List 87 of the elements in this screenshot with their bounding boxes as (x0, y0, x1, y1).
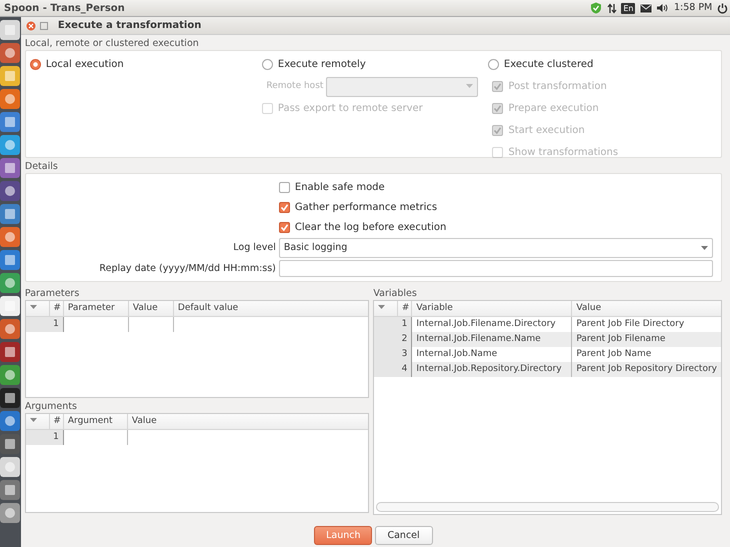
app-launcher-icon[interactable] (0, 503, 20, 523)
radio-button[interactable] (262, 59, 273, 70)
field-label: Replay date (yyyy/MM/dd HH:mm:ss) (98, 262, 276, 276)
keyboard-layout-indicator[interactable]: En (621, 2, 636, 14)
app-launcher-icon[interactable] (0, 434, 20, 454)
column-header[interactable]: Value (572, 300, 721, 316)
section-title: Variables (373, 286, 418, 300)
column-header[interactable]: Value (128, 414, 368, 429)
app-launcher-icon[interactable] (0, 135, 20, 155)
table-row[interactable]: 1 (26, 430, 368, 445)
radio-label[interactable]: Execute clustered (504, 57, 594, 72)
table-row[interactable]: 4 Internal.Job.Repository.Directory Parent Job Repository Directory (374, 362, 721, 377)
section-title: Local, remote or clustered execution (24, 37, 200, 50)
section-title: Details (24, 160, 59, 174)
column-header[interactable]: # (50, 300, 64, 316)
app-launcher-icon[interactable] (0, 43, 20, 63)
row-number: 1 (26, 316, 64, 332)
row-number: 1 (374, 316, 412, 332)
checkbox-label[interactable]: Gather performance metrics (294, 200, 438, 215)
radio-button[interactable] (30, 59, 41, 70)
mail-icon[interactable] (640, 4, 652, 12)
table-cell-text: Parent Job Filename (575, 332, 666, 346)
column-header[interactable]: # (50, 414, 64, 429)
table-row[interactable]: 1 (26, 316, 368, 332)
app-launcher-icon[interactable] (0, 66, 20, 86)
table-cell-text: Parent Job Repository Directory (575, 362, 718, 376)
column-header[interactable]: Parameter (64, 300, 129, 316)
sort-arrow-icon[interactable] (30, 304, 37, 310)
app-launcher-icon[interactable] (0, 112, 20, 132)
checkbox[interactable] (278, 202, 290, 213)
column-header[interactable]: Argument (64, 414, 128, 429)
replay-date-field[interactable] (278, 260, 713, 278)
app-launcher-icon[interactable] (0, 250, 20, 270)
app-launcher-icon[interactable] (0, 296, 20, 316)
column-header[interactable]: # (398, 300, 412, 316)
cancel-button[interactable]: Cancel (374, 526, 433, 545)
app-launcher-icon[interactable] (0, 20, 20, 40)
app-launcher-icon[interactable] (0, 480, 20, 500)
app-launcher-icon[interactable] (0, 158, 20, 178)
shield-icon[interactable] (590, 2, 602, 14)
section-title: Arguments (24, 400, 78, 413)
checkbox-label[interactable]: Clear the log before execution (294, 220, 446, 235)
checkbox[interactable] (278, 182, 290, 193)
network-arrows-icon[interactable] (606, 2, 617, 14)
power-icon[interactable] (716, 2, 728, 14)
clock-text[interactable]: 1:58 PM (674, 0, 712, 16)
column-header[interactable]: Value (128, 300, 174, 316)
app-launcher-icon[interactable] (0, 204, 20, 224)
table-cell-text: Parent Job File Directory (575, 318, 686, 331)
sort-arrow-icon[interactable] (378, 304, 386, 310)
radio-label[interactable]: Local execution (46, 57, 124, 72)
app-launcher-icon[interactable] (0, 457, 20, 477)
field-label: Log level (232, 241, 276, 256)
checkbox[interactable] (278, 222, 290, 233)
maximize-icon[interactable] (40, 22, 48, 30)
table-cell-text: Parent Job Name (575, 348, 652, 361)
row-number: 2 (374, 332, 412, 347)
radio-label[interactable]: Execute remotely (278, 57, 366, 72)
column-header[interactable]: Default value (174, 300, 368, 316)
section-title: Parameters (24, 286, 80, 300)
field-label: Remote host (266, 80, 324, 93)
app-launcher-icon[interactable] (0, 227, 20, 247)
close-icon[interactable] (26, 20, 36, 30)
log-level-dropdown[interactable]: Basic logging (278, 238, 713, 258)
app-launcher-icon[interactable] (0, 181, 20, 201)
app-launcher-icon[interactable] (0, 273, 20, 293)
app-launcher-icon[interactable] (0, 89, 20, 109)
speaker-icon[interactable] (656, 3, 670, 13)
window-title: Spoon - Trans_Person (3, 2, 125, 16)
radio-button[interactable] (488, 59, 499, 70)
row-number: 3 (374, 346, 412, 362)
caret-icon[interactable] (701, 246, 708, 251)
app-launcher-icon[interactable] (0, 411, 20, 431)
app-launcher-icon[interactable] (0, 342, 20, 362)
checkbox-label[interactable]: Enable safe mode (294, 180, 385, 195)
dialog-title: Execute a transformation (58, 19, 202, 33)
table-cell: Internal.Job.Repository.Directory (412, 362, 572, 377)
column-header[interactable]: Variable (412, 300, 572, 316)
row-number: 1 (26, 430, 64, 445)
row-number: 4 (374, 362, 412, 377)
app-launcher-icon[interactable] (0, 365, 20, 385)
table-row[interactable]: 2 Internal.Job.Filename.Name Parent Job Filename (374, 332, 721, 347)
sort-arrow-icon[interactable] (30, 418, 37, 424)
horizontal-scrollbar[interactable] (376, 502, 719, 512)
app-launcher-icon[interactable] (0, 388, 20, 408)
app-launcher-icon[interactable] (0, 319, 20, 339)
table-cell: Internal.Job.Filename.Name (412, 332, 572, 347)
